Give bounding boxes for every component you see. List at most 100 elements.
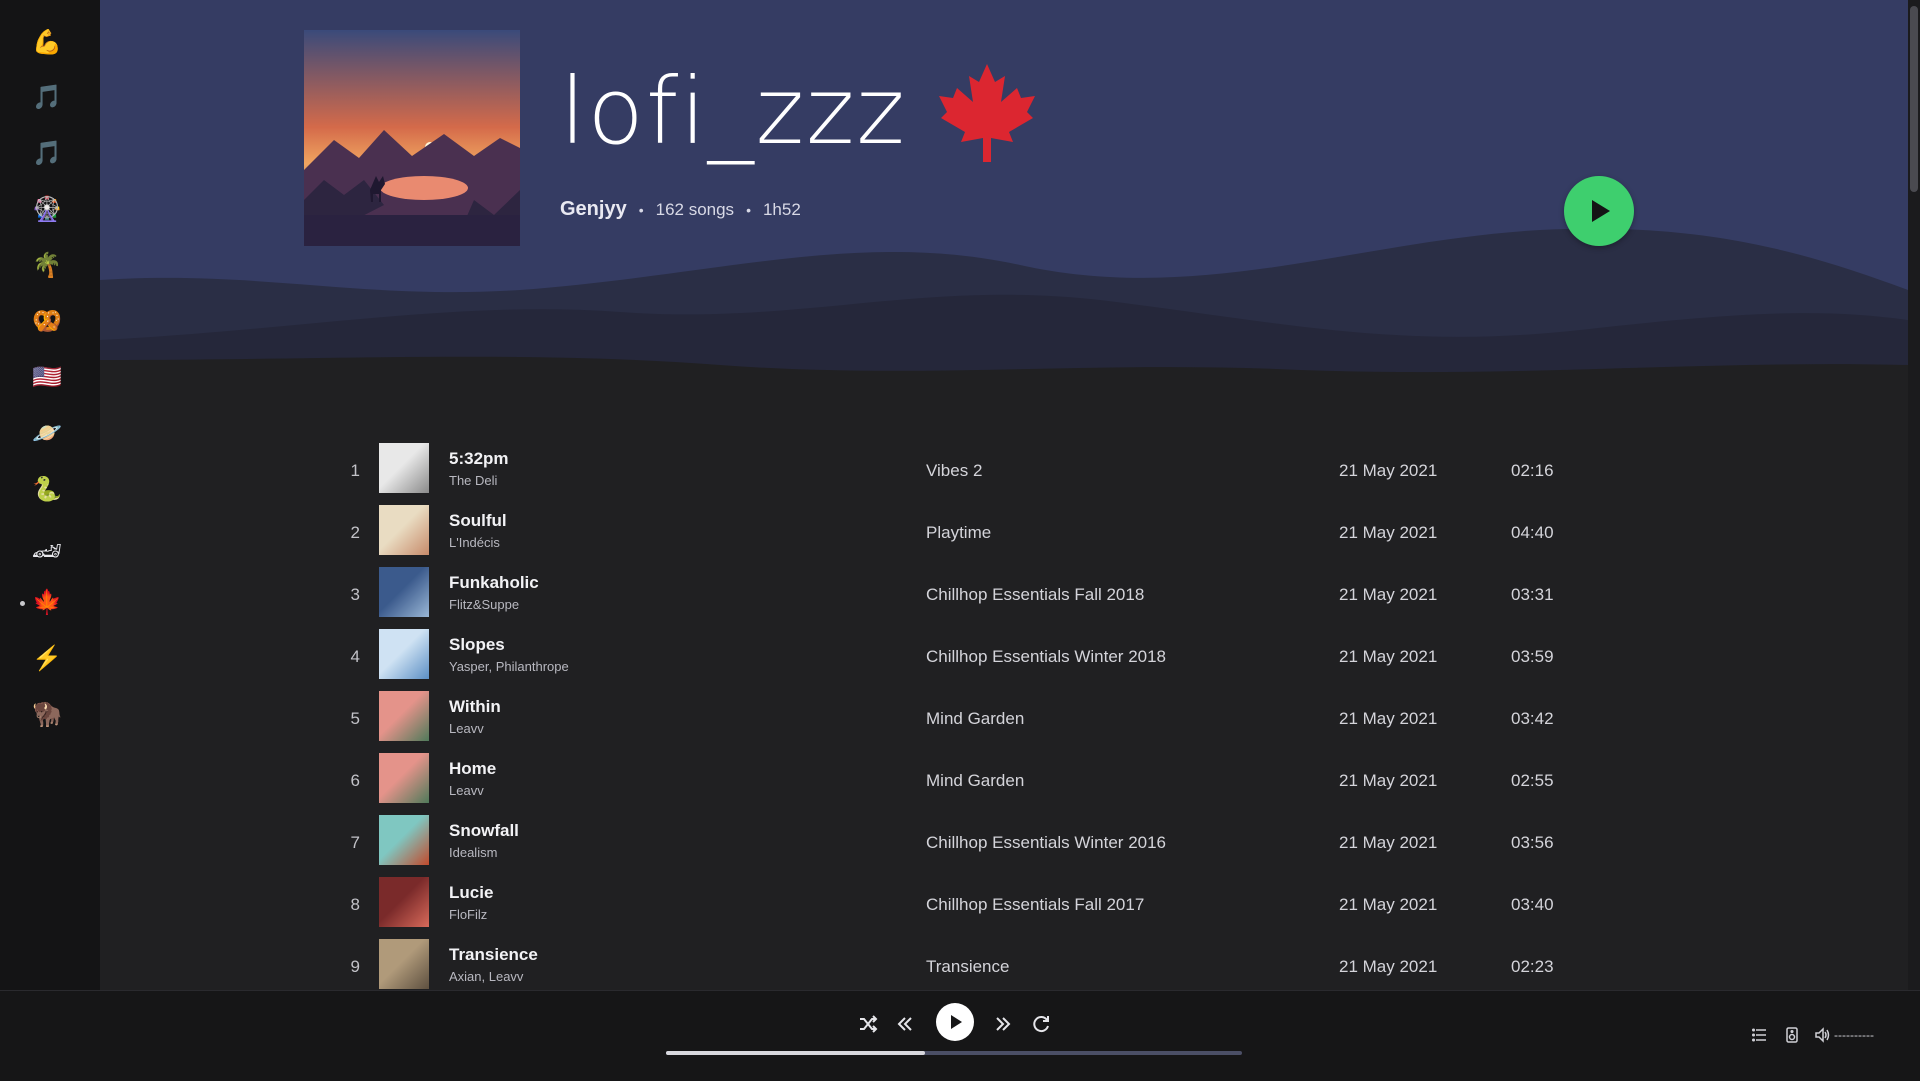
track-list: 1 5:32pm The Deli Vibes 2 21 May 2021 02:16 2 S… <box>340 440 1680 990</box>
meta-separator: • <box>746 201 751 218</box>
track-date-added: 21 May 2021 <box>1339 771 1438 790</box>
track-row[interactable]: 8 Lucie FloFilz Chillhop Essentials Fall 20… <box>340 874 1680 936</box>
track-date-added: 21 May 2021 <box>1339 833 1438 852</box>
scrollbar[interactable] <box>1908 0 1920 990</box>
track-title[interactable]: Within <box>449 697 501 717</box>
lightning-icon: ⚡ <box>32 645 62 672</box>
playlist-owner[interactable]: Genjyy <box>560 198 627 221</box>
maple-leaf-icon <box>938 64 1035 162</box>
track-row[interactable]: 6 Home Leavv Mind Garden 21 May 2021 02:55 <box>340 750 1680 812</box>
track-artist[interactable]: FloFilz <box>449 907 487 922</box>
sidebar-item[interactable]: ⚡ <box>24 636 70 682</box>
track-title[interactable]: Soulful <box>449 511 507 531</box>
track-date-added: 21 May 2021 <box>1339 585 1438 604</box>
sidebar-item[interactable]: 🪐 <box>24 411 70 457</box>
planet-icon: 🪐 <box>32 420 62 447</box>
track-artist[interactable]: Leavv <box>449 783 484 798</box>
track-duration: 03:31 <box>1511 585 1554 604</box>
music-note-icon: 🎵 <box>32 84 62 111</box>
track-duration: 03:59 <box>1511 647 1554 666</box>
sidebar-item[interactable]: 🌴 <box>24 243 70 289</box>
song-count: 162 songs <box>655 199 735 219</box>
track-artist[interactable]: Leavv <box>449 721 484 736</box>
track-number: 2 <box>350 523 360 542</box>
next-icon <box>996 1017 1011 1031</box>
track-title[interactable]: Slopes <box>449 635 505 655</box>
pretzel-icon: 🥨 <box>32 308 62 335</box>
track-row[interactable]: 4 Slopes Yasper, Philanthrope Chillhop Esse… <box>340 626 1680 688</box>
play-playlist-button[interactable] <box>1564 176 1634 246</box>
speaker-device-icon <box>1786 1027 1798 1043</box>
track-title[interactable]: Funkaholic <box>449 573 539 593</box>
track-date-added: 21 May 2021 <box>1339 709 1438 728</box>
queue-button[interactable] <box>1752 1025 1768 1045</box>
track-title[interactable]: Transience <box>449 945 538 965</box>
sidebar-item[interactable]: 🇺🇸 <box>24 355 70 401</box>
progress-fill <box>666 1051 926 1055</box>
track-date-added: 21 May 2021 <box>1339 647 1438 666</box>
sidebar-item[interactable]: 🎵 <box>24 131 70 177</box>
ferris-wheel-icon: 🎡 <box>32 196 62 223</box>
shuffle-button[interactable] <box>855 1007 881 1041</box>
track-album-art <box>379 443 429 493</box>
track-number: 9 <box>350 957 360 976</box>
next-button[interactable] <box>990 1007 1016 1041</box>
track-album[interactable]: Transience <box>926 957 1009 977</box>
playlist-cover-image <box>304 30 520 246</box>
track-duration: 02:16 <box>1511 461 1554 480</box>
play-button[interactable] <box>936 1003 974 1041</box>
sidebar-item[interactable]: 🐍 <box>24 467 70 513</box>
track-row[interactable]: 5 Within Leavv Mind Garden 21 May 2021 03:42 <box>340 688 1680 750</box>
track-row[interactable]: 3 Funkaholic Flitz&Suppe Chillhop Essential… <box>340 564 1680 626</box>
track-number: 1 <box>350 461 360 480</box>
track-title[interactable]: 5:32pm <box>449 449 509 469</box>
track-row[interactable]: 7 Snowfall Idealism Chillhop Essentials Win… <box>340 812 1680 874</box>
track-artist[interactable]: Axian, Leavv <box>449 969 523 984</box>
track-duration: 04:40 <box>1511 523 1554 542</box>
track-row[interactable]: 2 Soulful L'Indécis Playtime 21 May 2021 04:4… <box>340 502 1680 564</box>
sidebar-item[interactable]: 💪 <box>24 20 70 66</box>
track-album[interactable]: Chillhop Essentials Winter 2016 <box>926 833 1166 853</box>
track-album-art <box>379 877 429 927</box>
track-artist[interactable]: Yasper, Philanthrope <box>449 659 569 674</box>
volume-level[interactable]: ---------- <box>1834 1028 1874 1042</box>
track-duration: 03:40 <box>1511 895 1554 914</box>
track-album[interactable]: Mind Garden <box>926 709 1024 729</box>
sidebar-item[interactable]: 🍁 <box>24 580 70 626</box>
track-artist[interactable]: Idealism <box>449 845 497 860</box>
track-artist[interactable]: L'Indécis <box>449 535 500 550</box>
progress-bar[interactable] <box>666 1051 1242 1055</box>
sidebar-item[interactable]: 🏎 <box>24 529 70 575</box>
track-artist[interactable]: Flitz&Suppe <box>449 597 519 612</box>
snake-icon: 🐍 <box>32 476 62 503</box>
playlist-meta: Genjyy • 162 songs • 1h52 <box>560 198 801 221</box>
track-number: 6 <box>350 771 360 790</box>
device-button[interactable] <box>1784 1025 1800 1045</box>
previous-button[interactable] <box>892 1007 918 1041</box>
track-album[interactable]: Chillhop Essentials Winter 2018 <box>926 647 1166 667</box>
track-album[interactable]: Vibes 2 <box>926 461 982 481</box>
track-duration: 03:56 <box>1511 833 1554 852</box>
sidebar-item[interactable]: 🎡 <box>24 187 70 233</box>
track-row[interactable]: 1 5:32pm The Deli Vibes 2 21 May 2021 02:16 <box>340 440 1680 502</box>
track-album[interactable]: Chillhop Essentials Fall 2018 <box>926 585 1144 605</box>
sidebar-item[interactable]: 🎵 <box>24 75 70 121</box>
sidebar-item[interactable]: 🥨 <box>24 299 70 345</box>
play-icon <box>951 1015 962 1029</box>
track-artist[interactable]: The Deli <box>449 473 497 488</box>
repeat-button[interactable] <box>1028 1007 1054 1041</box>
track-album[interactable]: Mind Garden <box>926 771 1024 791</box>
scrollbar-thumb[interactable] <box>1910 6 1918 192</box>
palm-tree-icon: 🌴 <box>32 252 62 279</box>
meta-separator: • <box>638 201 644 218</box>
track-title[interactable]: Snowfall <box>449 821 519 841</box>
track-row[interactable]: 9 Transience Axian, Leavv Transience 21 May … <box>340 936 1680 990</box>
track-title[interactable]: Home <box>449 759 496 779</box>
track-album-art <box>379 567 429 617</box>
track-album[interactable]: Playtime <box>926 523 991 543</box>
sidebar-item[interactable]: 🦬 <box>24 692 70 738</box>
track-number: 8 <box>350 895 360 914</box>
volume-control[interactable]: ---------- <box>1814 1025 1874 1045</box>
track-album[interactable]: Chillhop Essentials Fall 2017 <box>926 895 1144 915</box>
track-title[interactable]: Lucie <box>449 883 493 903</box>
